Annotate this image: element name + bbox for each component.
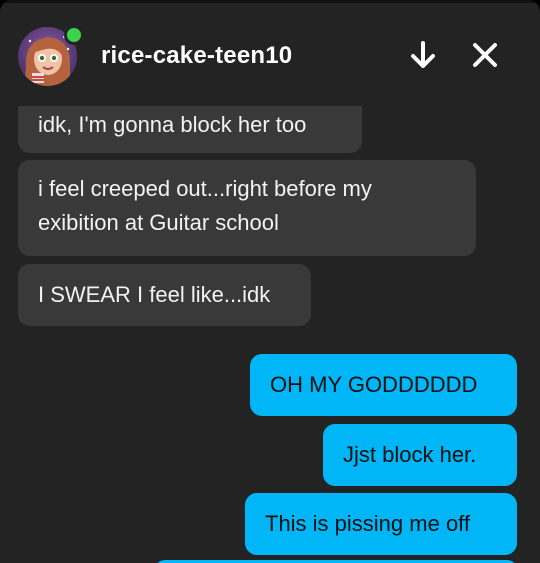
message-text: Jjst block her. — [343, 442, 477, 467]
message-bubble-outgoing: This is pissing me off — [245, 493, 517, 555]
chat-header: rice-cake-teen10 — [0, 0, 540, 106]
message-text: OH MY GODDDDDD — [270, 372, 478, 397]
message-text-line: i feel creeped out...right before my — [38, 176, 372, 201]
message-list[interactable]: idk, I'm gonna block her too i feel cree… — [0, 106, 540, 563]
message-text: idk, I'm gonna block her too — [38, 112, 307, 137]
message-text: This is pissing me off — [265, 511, 471, 536]
close-icon[interactable] — [467, 37, 503, 73]
username[interactable]: rice-cake-teen10 — [101, 42, 292, 70]
message-bubble-outgoing: Jjst block her. — [323, 424, 517, 486]
online-status-dot — [64, 25, 84, 45]
message-text: I SWEAR I feel like...idk — [38, 282, 271, 307]
message-bubble-incoming: I SWEAR I feel like...idk — [18, 264, 311, 326]
message-text-line: exibition at Guitar school — [38, 210, 279, 235]
chat-panel: rice-cake-teen10 idk, I'm gonna block he… — [0, 0, 540, 563]
arrow-down-icon[interactable] — [405, 37, 441, 73]
message-bubble-outgoing: OH MY GODDDDDD — [250, 354, 517, 416]
message-bubble-incoming: i feel creeped out...right before my exi… — [18, 160, 476, 256]
message-bubble-incoming: idk, I'm gonna block her too — [18, 106, 362, 153]
